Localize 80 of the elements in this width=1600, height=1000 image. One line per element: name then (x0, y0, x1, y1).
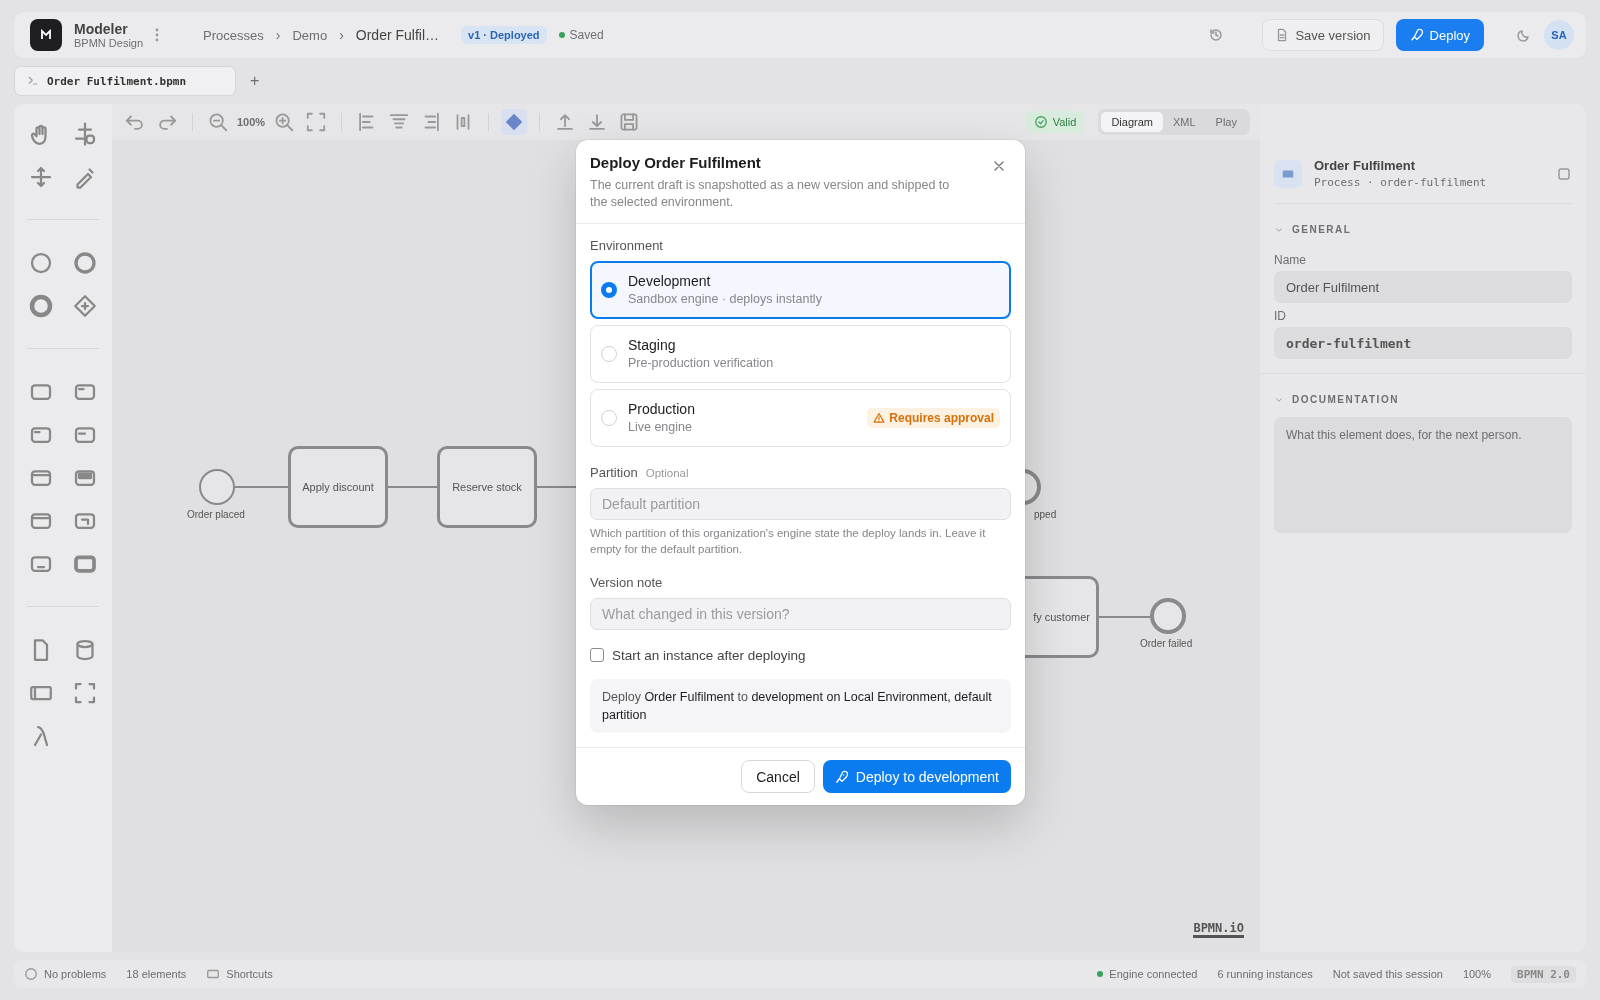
view-tab[interactable]: Diagram (1101, 112, 1163, 132)
event-label: Order placed (187, 509, 245, 520)
status-dot (558, 32, 565, 38)
status-text: BPMN 2.0 (1511, 965, 1576, 983)
kebab-icon[interactable] (155, 28, 160, 42)
version-note-field[interactable]: What changed in this version? (590, 597, 1011, 630)
help-text: Which partition of this organization's engine state the deploy lands in. Leave it empty for the default partition. (590, 525, 987, 557)
field-label: Environment (590, 237, 663, 253)
breadcrumb-link[interactable]: Processes (203, 27, 264, 43)
rocket-icon (834, 769, 849, 784)
documentation-field[interactable]: What this element does, for the next person. (1274, 417, 1572, 533)
database-icon (73, 637, 97, 662)
history-icon (1208, 27, 1225, 43)
logo-icon (30, 19, 62, 51)
element-title: Order Fulfilment (1314, 158, 1417, 173)
save-status: Saved (569, 28, 604, 42)
deploy-summary: Deploy Order Fulfilment to development on Local Environment, default partition (590, 678, 1011, 734)
partition-field[interactable]: Default partition (590, 487, 1011, 520)
section-heading: GENERAL (1292, 224, 1352, 235)
warning-icon (873, 411, 886, 424)
view-tab[interactable]: Play (1205, 112, 1247, 132)
text-field[interactable]: Order Fulfilment (1274, 271, 1572, 303)
cross-arrows-icon (29, 164, 53, 189)
checkbox[interactable] (590, 648, 604, 663)
panel-icon (1556, 165, 1572, 182)
rocket-icon (1409, 28, 1424, 42)
section-heading: DOCUMENTATION (1292, 394, 1399, 405)
element-subtitle: Process · order-fulfilment (1314, 176, 1488, 189)
moon-icon (1516, 27, 1532, 43)
status-text: 100% (1462, 968, 1491, 980)
circle-icon (29, 250, 53, 275)
environment-option[interactable]: Production Live engine Requires approval (590, 388, 1011, 447)
status-text[interactable]: Shortcuts (226, 968, 273, 980)
status-text: 6 running instances (1217, 968, 1313, 980)
task-node: Reserve stock (437, 446, 537, 528)
event-label: pped (1034, 509, 1057, 520)
status-text: Engine connected (1109, 968, 1198, 980)
radio-button[interactable] (601, 281, 617, 298)
approval-badge: Requires approval (867, 407, 1000, 428)
dialog-title: Deploy Order Fulfilment (590, 154, 762, 171)
task-node: Apply discount (288, 446, 388, 528)
version-badge: v1 · Deployed (461, 26, 547, 44)
breadcrumb-link[interactable]: Demo (292, 27, 328, 43)
bold-circle-icon (29, 293, 53, 318)
bpmn-watermark: BPMN.iO (1193, 921, 1244, 938)
radio-button[interactable] (601, 409, 617, 426)
field-label: Name (1274, 253, 1307, 267)
deploy-button[interactable]: Deploy (1395, 19, 1484, 51)
zoom-level: 100% (237, 116, 266, 128)
valid-badge: Valid (1025, 111, 1085, 133)
radio-button[interactable] (601, 345, 617, 362)
deploy-button[interactable]: Deploy to development (822, 760, 1011, 794)
status-text: No problems (44, 968, 107, 980)
breadcrumb-current: Order Fulfil… (355, 27, 440, 43)
view-tab[interactable]: XML (1162, 112, 1206, 132)
status-dot (1097, 971, 1104, 977)
field-label: Partition (590, 464, 638, 480)
save-version-button[interactable]: Save version (1262, 19, 1384, 51)
breadcrumb-separator: › (275, 27, 281, 43)
cancel-button[interactable]: Cancel (741, 760, 815, 794)
event-label: Order failed (1140, 638, 1193, 649)
optional-hint: Optional (645, 466, 689, 479)
dialog-description: The current draft is snapshotted as a new version and shipped to the selected environment. (590, 177, 951, 211)
process-icon (1274, 159, 1302, 188)
app-name: Modeler (74, 21, 129, 37)
user-avatar[interactable]: SA (1544, 20, 1574, 50)
environment-option[interactable]: Development Sandbox engine · deploys instantly (590, 260, 1011, 319)
status-text: 18 elements (126, 968, 187, 980)
status-text: Not saved this session (1332, 968, 1443, 980)
circle-icon (73, 250, 97, 275)
checkbox-label[interactable]: Start an instance after deploying (612, 647, 806, 663)
text-field[interactable]: order-fulfilment (1274, 327, 1572, 359)
breadcrumb-separator: › (339, 27, 344, 43)
diamond-icon (73, 293, 97, 318)
field-label: Version note (590, 574, 663, 590)
file-tab[interactable]: Order Fulfilment.bpmn (14, 66, 236, 96)
field-label: ID (1274, 309, 1287, 323)
environment-option[interactable]: Staging Pre-production verification (590, 324, 1011, 383)
add-tab-button[interactable]: + (250, 72, 260, 90)
app-subtitle: BPMN Design (74, 37, 144, 49)
